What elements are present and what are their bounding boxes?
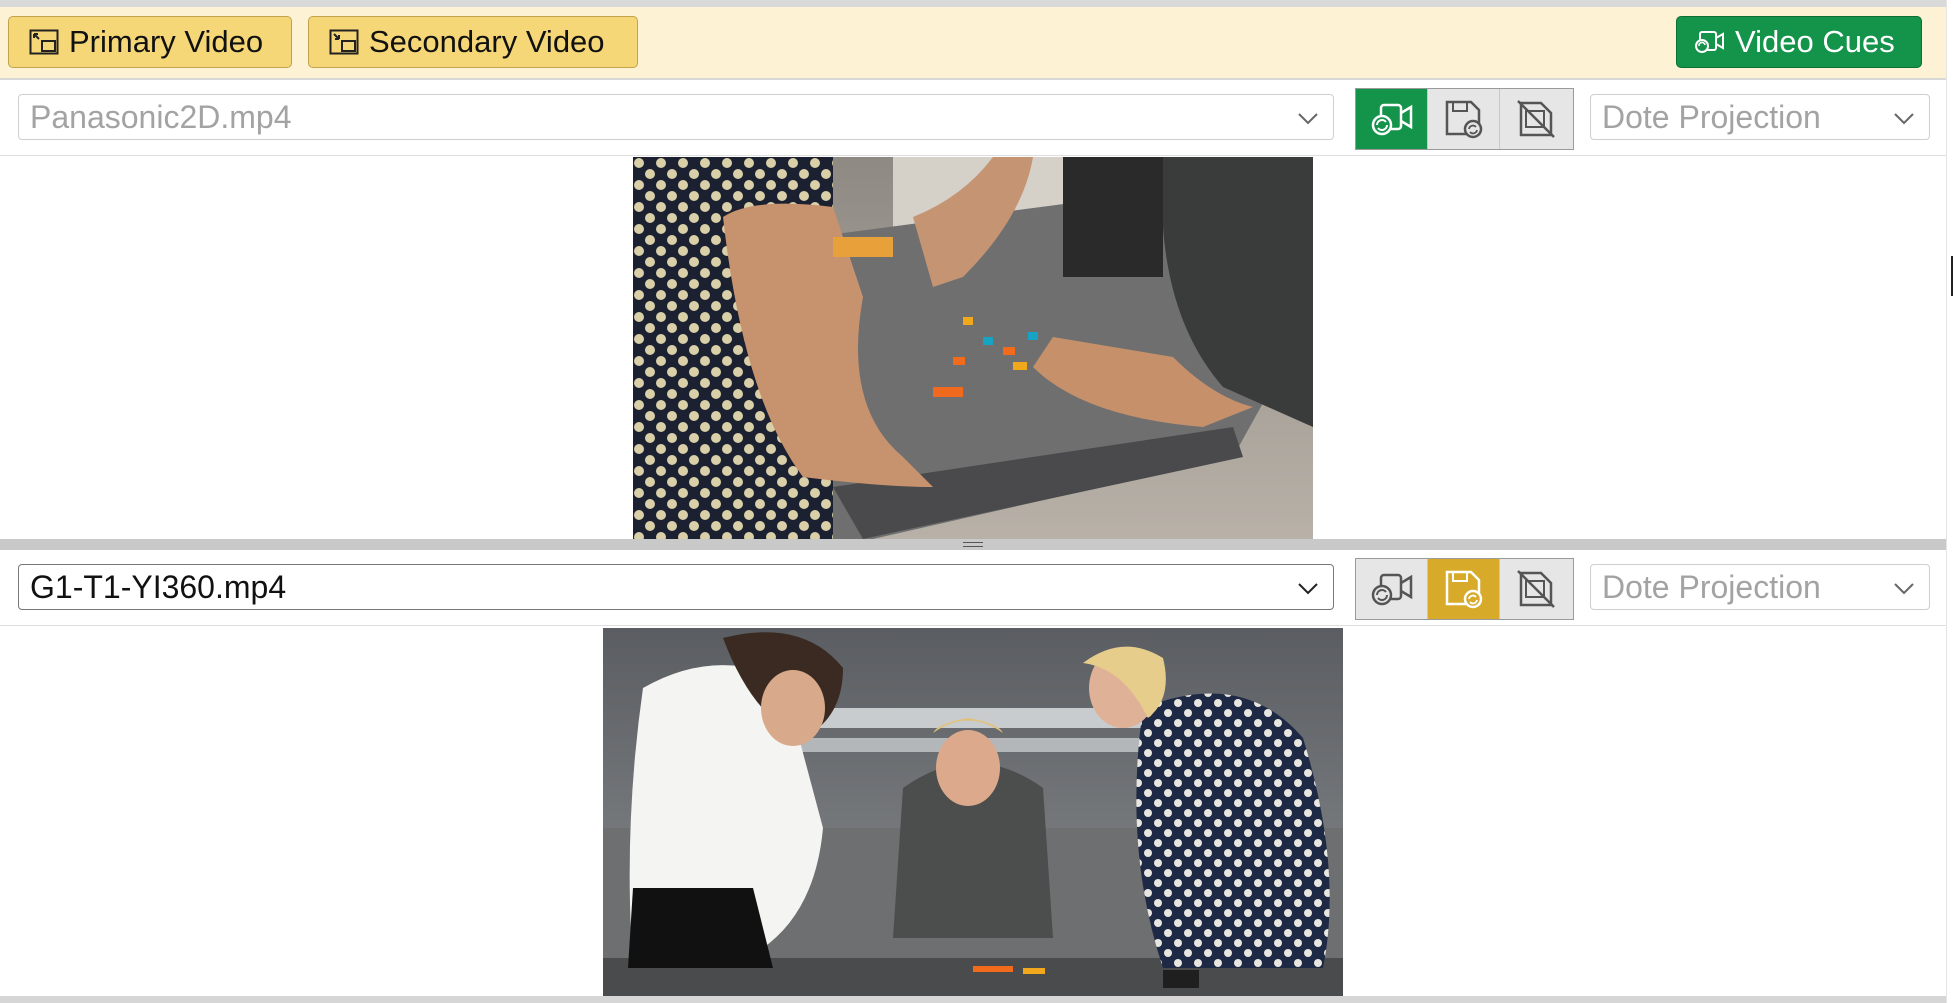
top-edge: [0, 0, 1956, 7]
secondary-projection-select[interactable]: Dote Projection: [1590, 564, 1930, 610]
bottom-edge: [0, 996, 1956, 1003]
picture-in-picture-icon: [25, 27, 63, 57]
primary-mode-group: [1355, 88, 1574, 150]
secondary-projection-value: Dote Projection: [1602, 568, 1821, 605]
primary-video-image: [633, 157, 1313, 539]
panel-splitter[interactable]: [0, 539, 1946, 550]
chevron-down-icon: [1298, 113, 1318, 125]
primary-save-sync-button[interactable]: [1428, 89, 1500, 149]
primary-no-video-button[interactable]: [1500, 89, 1572, 149]
primary-video-controls: Panasonic2D.mp4 Dote Projection: [0, 82, 1946, 156]
primary-video-file-select[interactable]: Panasonic2D.mp4: [18, 94, 1334, 140]
primary-video-sync-button[interactable]: [1356, 89, 1428, 149]
secondary-video-file-select[interactable]: G1-T1-YI360.mp4: [18, 564, 1334, 610]
chevron-down-icon: [1894, 113, 1914, 125]
video-workspace: Primary Video Secondary Video Video Cues…: [0, 0, 1956, 1003]
secondary-video-frame[interactable]: [603, 628, 1343, 996]
video-off-icon: [1517, 100, 1555, 138]
primary-video-button[interactable]: Primary Video: [8, 16, 292, 68]
primary-projection-select[interactable]: Dote Projection: [1590, 94, 1930, 140]
secondary-video-sync-button[interactable]: [1356, 559, 1428, 619]
secondary-file-name: G1-T1-YI360.mp4: [30, 568, 287, 605]
drag-handle-icon[interactable]: [963, 542, 983, 547]
picture-in-picture-icon: [325, 27, 363, 57]
secondary-video-image: [603, 628, 1343, 996]
video-sync-icon: [1371, 103, 1412, 136]
text-cursor: [1951, 256, 1953, 296]
save-sync-icon: [1445, 100, 1482, 139]
video-toolbar: Primary Video Secondary Video Video Cues: [0, 7, 1946, 80]
secondary-no-video-button[interactable]: [1500, 559, 1572, 619]
secondary-video-label: Secondary Video: [369, 24, 605, 59]
secondary-video-button[interactable]: Secondary Video: [308, 16, 638, 68]
video-cues-label: Video Cues: [1735, 24, 1895, 59]
chevron-down-icon: [1298, 583, 1318, 595]
primary-video-frame[interactable]: [633, 157, 1313, 539]
save-sync-icon: [1445, 570, 1482, 609]
secondary-mode-group: [1355, 558, 1574, 620]
chevron-down-icon: [1894, 583, 1914, 595]
primary-video-label: Primary Video: [69, 24, 264, 59]
secondary-video-controls: G1-T1-YI360.mp4 Dote Projection: [0, 552, 1946, 626]
video-sync-icon: [1691, 27, 1729, 57]
secondary-save-sync-button[interactable]: [1428, 559, 1500, 619]
video-sync-icon: [1371, 573, 1412, 606]
primary-projection-value: Dote Projection: [1602, 98, 1821, 135]
video-off-icon: [1517, 570, 1555, 608]
primary-file-name: Panasonic2D.mp4: [30, 98, 292, 135]
right-edge-scrollbar[interactable]: [1946, 0, 1956, 1003]
video-cues-button[interactable]: Video Cues: [1676, 16, 1922, 68]
